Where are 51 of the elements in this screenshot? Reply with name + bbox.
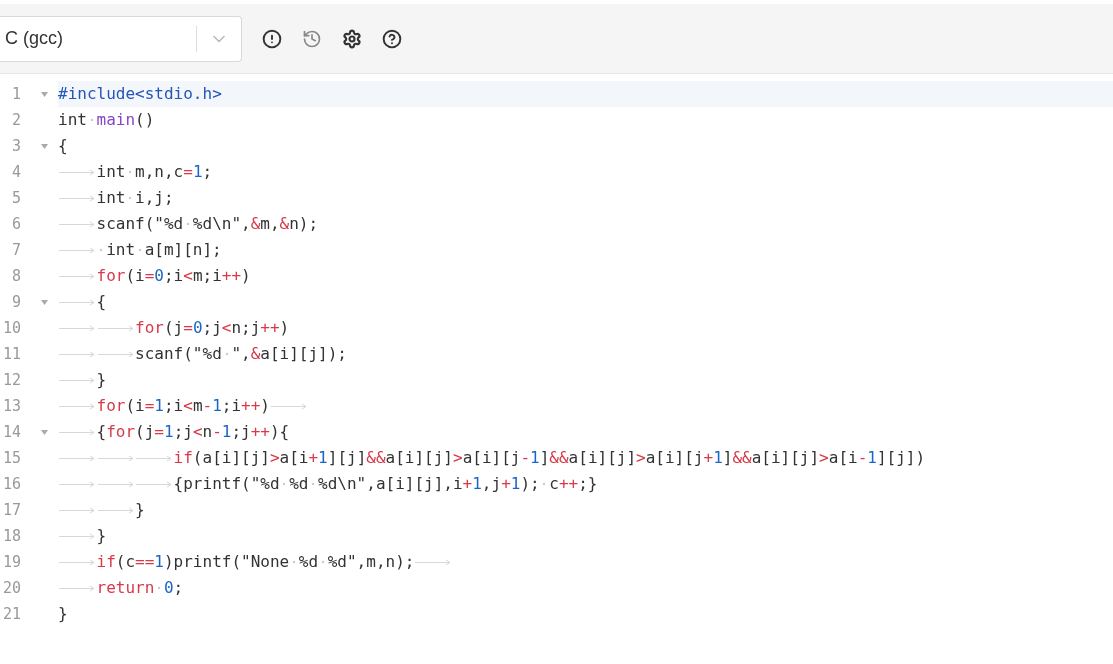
code-line: return 0; <box>58 575 1113 601</box>
line-number: 21 <box>1 605 21 623</box>
line-number: 6 <box>10 215 21 233</box>
fold-triangle-icon[interactable] <box>40 299 48 305</box>
line-number: 8 <box>10 267 21 285</box>
code-line: } <box>58 497 1113 523</box>
line-number: 13 <box>1 397 21 415</box>
code-line: for(i=1;i<m-1;i++) <box>58 393 1113 419</box>
code-line: if(a[i][j]>a[i+1][j]&&a[i][j]>a[i][j-1]&&a[i][j]>a[i][j+1]&&a[i][j]>a[i-1][j]) <box>58 445 1113 471</box>
line-number: 16 <box>1 475 21 493</box>
settings-icon[interactable] <box>342 28 362 49</box>
code-line: } <box>58 367 1113 393</box>
line-number: 4 <box>10 163 21 181</box>
line-number: 14 <box>1 423 21 441</box>
line-number: 3 <box>10 137 21 155</box>
history-icon[interactable] <box>302 28 322 49</box>
language-select[interactable]: C (gcc) <box>0 15 242 62</box>
line-number: 19 <box>1 553 21 571</box>
line-number: 12 <box>1 371 21 389</box>
code-line: {printf("%d %d %d\n",a[i][j],i+1,j+1); c++;} <box>58 471 1113 497</box>
line-number: 11 <box>1 345 21 363</box>
code-line: { <box>58 135 69 157</box>
line-number: 9 <box>10 293 21 311</box>
code-line: {for(j=1;j<n-1;j++){ <box>58 419 1113 445</box>
code-line: int a[m][n]; <box>58 237 1113 263</box>
help-icon[interactable] <box>382 28 402 49</box>
code-line: scanf("%d ",&a[i][j]); <box>58 341 1113 367</box>
code-line: for(j=0;j<n;j++) <box>58 315 1113 341</box>
code-line: int main() <box>58 107 1113 133</box>
code-line: int m,n,c=1; <box>58 159 1113 185</box>
line-number: 1 <box>10 85 21 103</box>
code-line: { <box>58 289 1113 315</box>
line-number: 5 <box>10 189 21 207</box>
code-line: for(i=0;i<m;i++) <box>58 263 1113 289</box>
alert-icon[interactable] <box>262 28 282 49</box>
line-number: 20 <box>1 579 21 597</box>
code-line: int i,j; <box>58 185 1113 211</box>
line-number: 7 <box>10 241 21 259</box>
code-line: scanf("%d %d\n",&m,&n); <box>58 211 1113 237</box>
fold-triangle-icon[interactable] <box>40 143 48 149</box>
fold-triangle-icon[interactable] <box>40 91 48 97</box>
language-value: C (gcc) <box>4 28 64 49</box>
line-number: 17 <box>1 501 21 519</box>
code-line: } <box>58 603 69 625</box>
code-line: if(c==1)printf("None %d %d",m,n); <box>58 549 1113 575</box>
line-number: 18 <box>1 527 21 545</box>
line-number: 2 <box>10 111 21 129</box>
line-number: 15 <box>1 449 21 467</box>
code-line: } <box>58 523 1113 549</box>
line-number: 10 <box>1 319 21 337</box>
fold-triangle-icon[interactable] <box>40 429 48 435</box>
